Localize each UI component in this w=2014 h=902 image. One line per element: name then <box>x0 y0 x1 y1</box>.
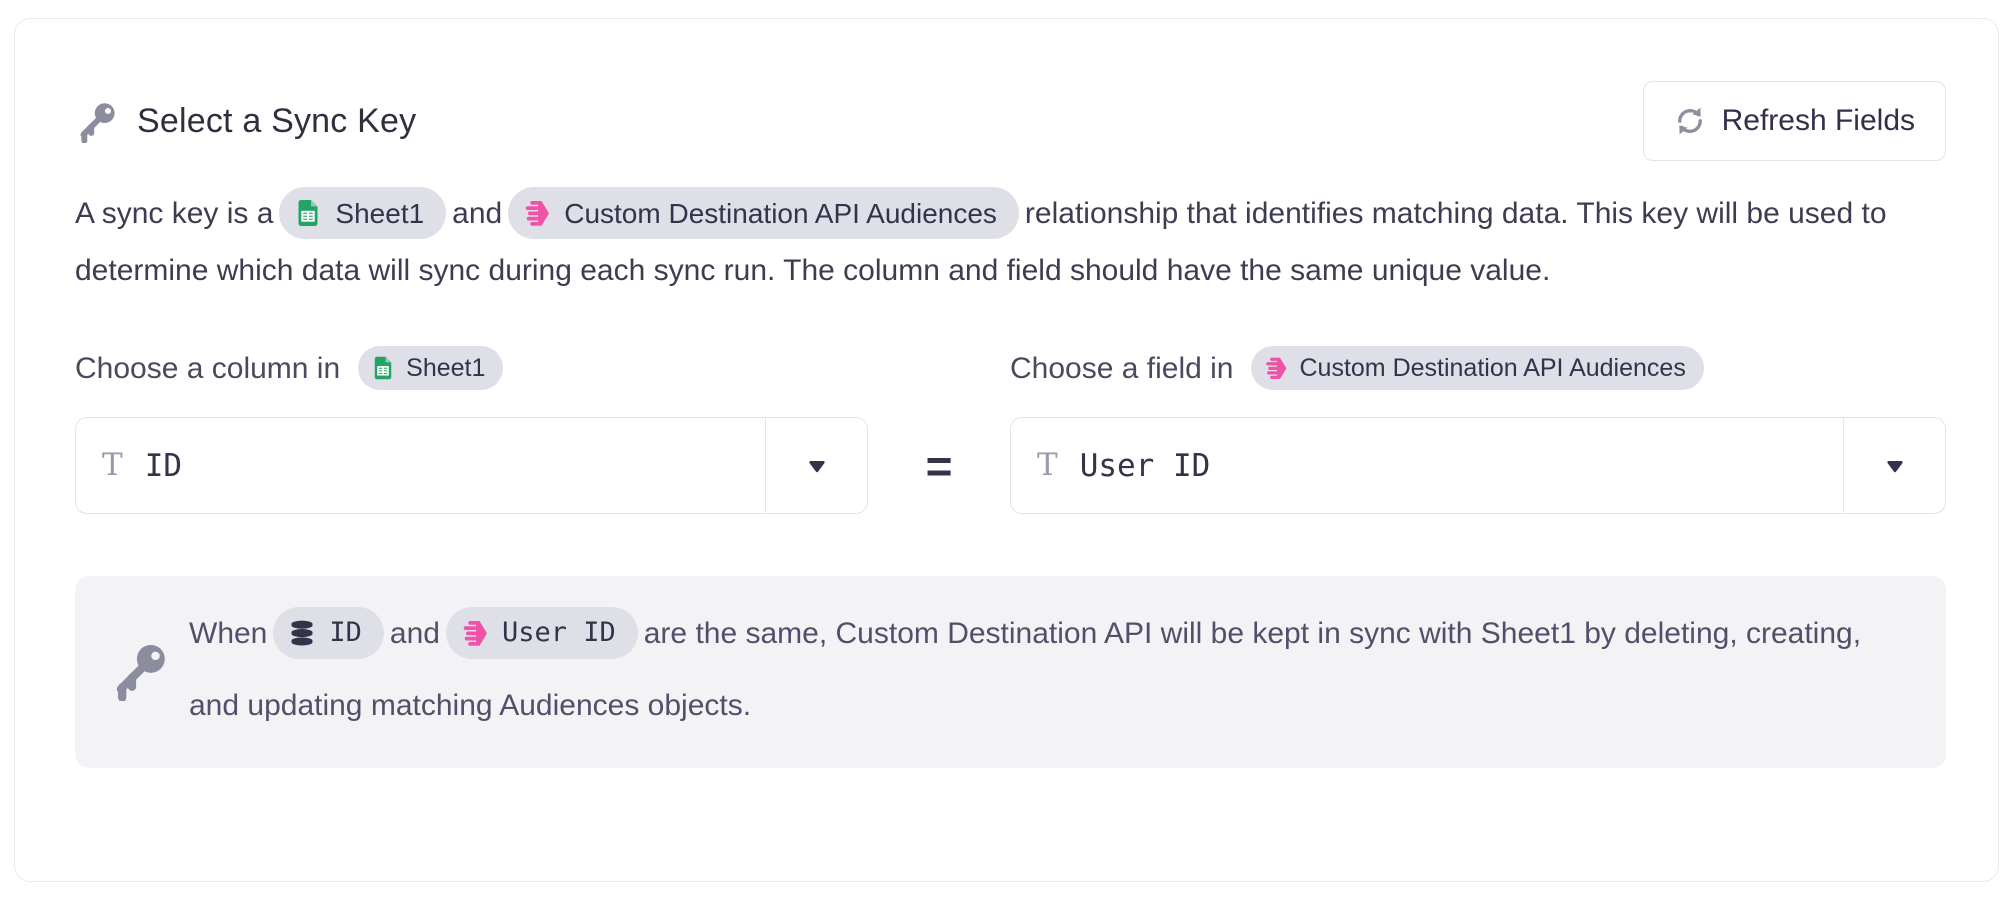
field-destination-badge-label: Custom Destination API Audiences <box>1299 354 1685 383</box>
chevron-down-icon <box>1882 453 1908 479</box>
summary-field-badge-label: User ID <box>502 597 616 669</box>
column-label-text: Choose a column in <box>75 352 340 386</box>
field-picker-label: Choose a field in Custom Destination API… <box>1010 347 1946 391</box>
column-source-badge: Sheet1 <box>358 346 503 390</box>
refresh-icon <box>1674 105 1706 137</box>
field-select-chevron-button[interactable] <box>1843 418 1945 513</box>
description-part1: A sync key is a <box>75 197 273 230</box>
destination-badge: Custom Destination API Audiences <box>508 187 1019 239</box>
column-select[interactable]: T ID <box>75 417 868 514</box>
custom-destination-arrow-icon <box>460 618 490 648</box>
summary-column-badge-label: ID <box>329 597 362 669</box>
google-sheets-icon <box>370 355 396 381</box>
field-picker: Choose a field in Custom Destination API… <box>1010 347 1946 514</box>
text-type-icon: T <box>102 450 123 481</box>
sync-key-description: A sync key is a Sheet1 and Custom Destinati… <box>75 185 1935 299</box>
source-badge: Sheet1 <box>279 187 446 239</box>
summary-and: and <box>390 617 440 650</box>
custom-destination-arrow-icon <box>1263 355 1289 381</box>
key-icon <box>75 99 119 143</box>
sync-key-mapping-row: Choose a column in Sheet1 T ID = <box>75 347 1946 514</box>
column-source-badge-label: Sheet1 <box>406 354 485 383</box>
key-icon <box>109 639 171 701</box>
custom-destination-arrow-icon <box>522 198 552 228</box>
page-title: Select a Sync Key <box>137 102 416 141</box>
field-select[interactable]: T User ID <box>1010 417 1946 514</box>
card-header: Select a Sync Key Refresh Fields <box>75 81 1946 161</box>
column-picker: Choose a column in Sheet1 T ID <box>75 347 868 514</box>
text-type-icon: T <box>1037 450 1058 481</box>
destination-badge-label: Custom Destination API Audiences <box>564 185 997 242</box>
column-picker-label: Choose a column in Sheet1 <box>75 347 868 391</box>
column-select-value: ID <box>145 448 182 484</box>
field-select-value: User ID <box>1080 448 1211 484</box>
sync-summary-text: WhenIDandUser IDare the same, Custom Des… <box>189 598 1902 742</box>
refresh-fields-label: Refresh Fields <box>1722 104 1915 138</box>
column-select-value-area[interactable]: T ID <box>76 418 765 513</box>
refresh-fields-button[interactable]: Refresh Fields <box>1643 81 1946 161</box>
summary-column-badge: ID <box>273 607 384 659</box>
chevron-down-icon <box>804 453 830 479</box>
sync-key-card: Select a Sync Key Refresh Fields A sync … <box>14 18 1999 882</box>
database-icon <box>287 618 317 648</box>
description-and: and <box>452 197 502 230</box>
google-sheets-icon <box>293 198 323 228</box>
field-label-text: Choose a field in <box>1010 352 1233 386</box>
summary-when: When <box>189 617 267 650</box>
column-select-chevron-button[interactable] <box>765 418 867 513</box>
sync-summary-box: WhenIDandUser IDare the same, Custom Des… <box>75 576 1946 768</box>
field-destination-badge: Custom Destination API Audiences <box>1251 346 1703 390</box>
source-badge-label: Sheet1 <box>335 185 424 242</box>
summary-field-badge: User ID <box>446 607 638 659</box>
field-select-value-area[interactable]: T User ID <box>1011 418 1843 513</box>
equals-sign: = <box>868 439 1010 493</box>
